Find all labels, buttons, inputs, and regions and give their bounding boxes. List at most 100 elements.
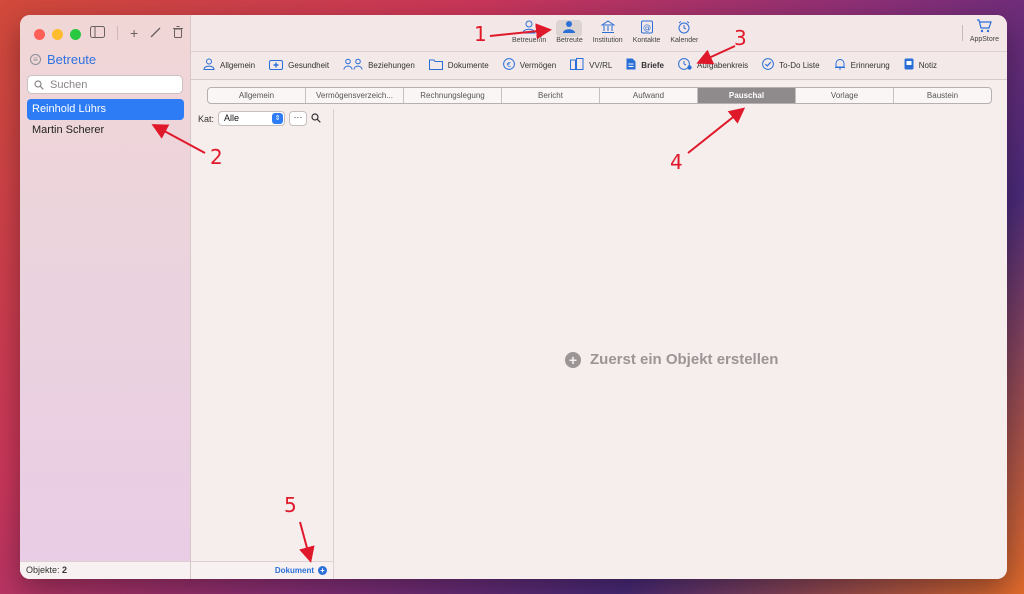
annotation-3: 3	[734, 26, 747, 50]
object-count-label: Objekte:	[26, 565, 60, 575]
category-dokumente[interactable]: Dokumente	[428, 58, 489, 73]
sidebar: + ≡ Betreute Suchen Reinhold Lührs Marti…	[20, 15, 191, 579]
category-allgemein[interactable]: Allgemein	[203, 58, 255, 73]
document-icon	[626, 58, 636, 73]
category-label: VV/RL	[589, 61, 613, 70]
segment-vermoegensverzeichnis[interactable]: Vermögensverzeich...	[306, 88, 404, 103]
annotation-2: 2	[210, 145, 223, 169]
medkit-icon	[269, 58, 284, 73]
plus-circle-icon: +	[565, 351, 581, 368]
toolbar-divider	[117, 26, 118, 40]
euro-icon: €	[502, 58, 515, 73]
category-label: Allgemein	[220, 61, 256, 70]
nav-kalender[interactable]: Kalender	[666, 19, 702, 45]
list-item[interactable]: Reinhold Lührs	[27, 99, 184, 120]
category-label: To-Do Liste	[779, 61, 820, 70]
category-select[interactable]: Alle ⇕	[218, 111, 286, 126]
nav-betreuer[interactable]: Betreuer/in	[508, 19, 550, 45]
note-icon	[904, 58, 914, 73]
segment-baustein[interactable]: Baustein	[894, 88, 991, 103]
document-list-pane: Kat: Alle ⇕ ··· Dokument +	[191, 109, 334, 579]
annotation-5: 5	[284, 493, 297, 517]
category-aufgabenkreis[interactable]: Aufgabenkreis	[678, 58, 748, 73]
nav-label: Betreute	[556, 37, 583, 44]
category-gesundheit[interactable]: Gesundheit	[269, 58, 329, 73]
category-label: Dokumente	[447, 61, 489, 70]
svg-text:@: @	[643, 23, 651, 32]
bell-icon	[834, 58, 846, 73]
empty-state[interactable]: + Zuerst ein Objekt erstellen	[565, 351, 778, 368]
category-vvrl[interactable]: VV/RL	[570, 58, 612, 73]
person-filled-icon	[556, 20, 583, 37]
nav-label: Institution	[592, 37, 623, 44]
search-icon	[34, 79, 44, 90]
chevron-updown-icon: ⇕	[272, 113, 284, 124]
add-document-label: Dokument	[274, 566, 314, 575]
appstore-button[interactable]: AppStore	[970, 19, 999, 43]
object-count: 2	[62, 565, 68, 575]
building-icon	[570, 58, 584, 73]
category-label: Aufgabenkreis	[696, 61, 749, 70]
minimize-window-button[interactable]	[52, 29, 63, 40]
category-label: Vermögen	[519, 61, 557, 70]
cart-icon	[976, 19, 993, 36]
at-book-icon: @	[640, 20, 654, 37]
top-toolbar: Betreuer/in Betreute Institution @ Konta…	[191, 15, 1007, 52]
main-content: + Zuerst ein Objekt erstellen	[335, 109, 1007, 579]
segment-vorlage[interactable]: Vorlage	[796, 88, 894, 103]
sidebar-footer: Objekte: 2	[20, 561, 190, 579]
search-placeholder: Suchen	[50, 78, 88, 91]
zoom-window-button[interactable]	[70, 29, 81, 40]
category-label: Notiz	[918, 61, 937, 70]
category-label: Beziehungen	[368, 61, 415, 70]
annotation-4: 4	[670, 150, 683, 174]
category-vermoegen[interactable]: € Vermögen	[502, 58, 557, 73]
more-options-button[interactable]: ···	[289, 111, 308, 126]
app-window: + ≡ Betreute Suchen Reinhold Lührs Marti…	[20, 15, 1007, 579]
trash-icon[interactable]	[173, 25, 184, 41]
segment-pauschal[interactable]: Pauschal	[698, 88, 796, 103]
category-notiz[interactable]: Notiz	[904, 58, 937, 73]
appstore-label: AppStore	[969, 36, 999, 43]
person-outline-icon	[522, 20, 536, 37]
nav-label: Kontakte	[632, 37, 661, 44]
nav-label: Betreuer/in	[512, 37, 547, 44]
category-label: Erinnerung	[850, 61, 890, 70]
alarm-icon	[677, 20, 691, 37]
edit-icon[interactable]	[150, 25, 161, 41]
filter-icon[interactable]: ≡	[30, 54, 41, 65]
sidebar-title: Betreute	[47, 52, 97, 67]
top-navigation: Betreuer/in Betreute Institution @ Konta…	[508, 19, 702, 45]
document-type-segments: Allgemein Vermögensverzeich... Rechnungs…	[207, 87, 992, 104]
annotation-1: 1	[474, 22, 487, 46]
segment-rechnungslegung[interactable]: Rechnungslegung	[404, 88, 502, 103]
nav-betreute[interactable]: Betreute	[552, 19, 586, 45]
category-label: Briefe	[641, 61, 664, 70]
search-icon[interactable]	[311, 112, 321, 125]
check-icon	[762, 58, 775, 73]
sidebar-toggle-icon[interactable]	[90, 25, 105, 41]
svg-text:€: €	[506, 61, 510, 69]
close-window-button[interactable]	[34, 29, 45, 40]
segment-aufwand[interactable]: Aufwand	[600, 88, 698, 103]
category-todo[interactable]: To-Do Liste	[762, 58, 820, 73]
add-icon[interactable]: +	[130, 25, 138, 41]
segment-bericht[interactable]: Bericht	[502, 88, 600, 103]
empty-state-text: Zuerst ein Objekt erstellen	[590, 351, 779, 368]
segment-allgemein[interactable]: Allgemein	[208, 88, 306, 103]
nav-kontakte[interactable]: @ Kontakte	[629, 19, 665, 45]
nav-institution[interactable]: Institution	[589, 19, 627, 45]
category-erinnerung[interactable]: Erinnerung	[834, 58, 890, 73]
add-document-button[interactable]: Dokument +	[191, 561, 333, 579]
list-item[interactable]: Martin Scherer	[27, 120, 184, 141]
folder-icon	[428, 58, 443, 73]
category-label: Gesundheit	[288, 61, 330, 70]
nav-label: Kalender	[670, 37, 699, 44]
category-beziehungen[interactable]: Beziehungen	[343, 58, 415, 73]
bank-icon	[600, 20, 616, 37]
window-controls	[34, 29, 81, 40]
sidebar-heading[interactable]: ≡ Betreute	[30, 52, 96, 67]
category-bar: Allgemein Gesundheit Beziehungen Dokumen…	[191, 52, 1007, 80]
category-briefe[interactable]: Briefe	[626, 58, 664, 73]
search-field[interactable]: Suchen	[27, 75, 183, 94]
